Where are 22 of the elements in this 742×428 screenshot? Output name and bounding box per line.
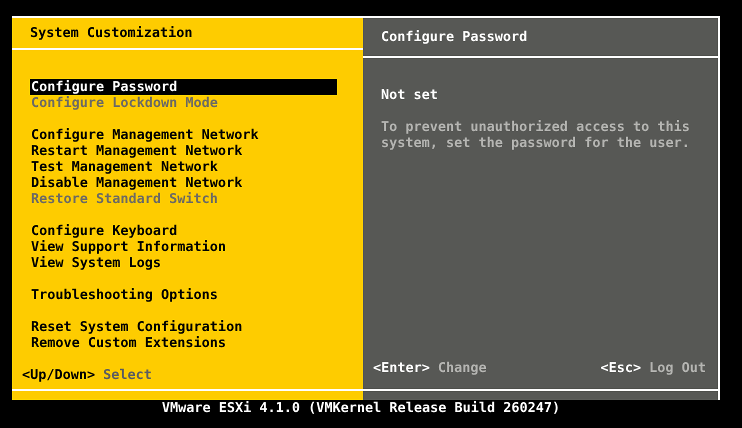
menu-item[interactable]: View Support Information (30, 238, 337, 254)
menu-item[interactable]: Reset System Configuration (30, 318, 337, 334)
action-label: Log Out (649, 360, 706, 376)
panel-title: Configure Password (381, 29, 528, 45)
key-hint: <Up/Down> (22, 366, 96, 382)
action-label: Change (438, 360, 487, 376)
menu-item[interactable]: Troubleshooting Options (30, 286, 337, 302)
menu-item[interactable]: Remove Custom Extensions (30, 334, 337, 350)
menu-item[interactable]: View System Logs (30, 254, 337, 270)
menu-item[interactable]: Configure Management Network (30, 126, 337, 142)
panel-title: System Customization (30, 24, 193, 41)
version-text: VMware ESXi 4.1.0 (VMKernel Release Build 260247) (162, 400, 560, 416)
key-hint: <Esc> (600, 360, 642, 376)
menu-item[interactable]: Configure Keyboard (30, 222, 337, 238)
menu-item[interactable]: Configure Password (30, 78, 337, 94)
action-label: Select (103, 366, 152, 382)
menu-item[interactable]: Test Management Network (30, 158, 337, 174)
key-hint: <Enter> (373, 360, 430, 376)
menu-item[interactable]: Disable Management Network (30, 174, 337, 190)
description-text: To prevent unauthorized access to this system, set the password for the user. (381, 119, 691, 151)
menu-item[interactable]: Restart Management Network (30, 142, 337, 158)
status-text: Not set (381, 87, 439, 103)
